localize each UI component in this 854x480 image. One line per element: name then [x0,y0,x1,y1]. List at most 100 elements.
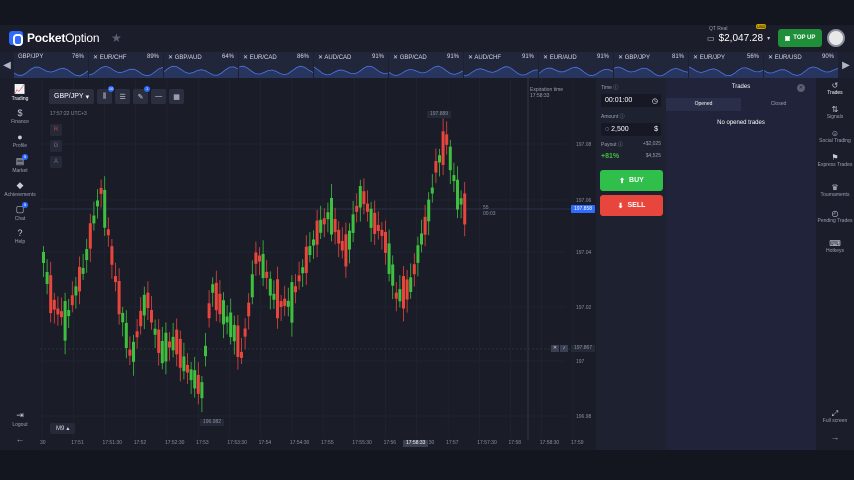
tool-r-button[interactable]: R [50,124,62,136]
layout-button[interactable]: ▦ [169,89,185,104]
sidebar-item-chat[interactable]: ▢ Chat 5 [0,202,40,222]
signals-icon: ⇅ [831,105,839,114]
candle-body [49,275,53,314]
empty-trades-text: No opened trades [717,120,765,126]
amount-input[interactable]: ◌ 2,500 $ [601,123,661,136]
asset-item[interactable]: ✕ EUR/JPY 56% [689,52,763,78]
asset-item[interactable]: ✕ EUR/CHF 89% [89,52,163,78]
sidebar-item-express-trades[interactable]: ⚑ Express Trades [816,154,854,169]
tool-a-button[interactable]: A [50,156,62,168]
draw-button[interactable]: ✎ 1 [133,86,151,104]
sell-button[interactable]: ⬇ SELL [600,195,663,216]
tool-g-button[interactable]: G [50,140,62,152]
sidebar-item-achievements[interactable]: ◆ Achievements [0,180,40,198]
time-input[interactable]: 00:01:00 ◷ [601,94,661,107]
candle-body [88,223,92,249]
candle-body [60,311,63,318]
asset-list: GBP/JPY 76% ✕ EUR/CHF 89% ✕ GBP/AUD 64% ✕ EUR/… [14,52,839,78]
sidebar-item-pending-trades[interactable]: ◴ Pending Trades [816,210,854,225]
candle-body [416,245,420,263]
time-value: 00:01:00 [605,97,633,104]
tab-closed[interactable]: Closed [741,98,816,111]
candle-body [373,212,377,234]
close-icon[interactable]: ✕ [551,345,559,352]
asset-item[interactable]: GBP/JPY 76% [14,52,88,78]
settings-button[interactable]: ☰ [115,89,131,104]
logo[interactable]: PocketOption [9,31,100,46]
asset-item[interactable]: ✕ EUR/AUD 91% [539,52,613,78]
line-button[interactable]: — [151,89,167,104]
candle-body [85,249,89,261]
sidebar-item-logout[interactable]: ⇥ Logout [0,410,40,428]
logo-mark [9,31,23,46]
sidebar-item-trades[interactable]: ↺ Trades [816,82,854,97]
sidebar-item-profile[interactable]: ● Profile [0,132,40,149]
sidebar-item-signals[interactable]: ⇅ Signals [816,105,854,121]
candlestick-chart[interactable] [40,78,596,450]
chevron-left-icon[interactable]: ◀ [0,52,14,78]
pair-select[interactable]: GBP/JPY ▾ [49,89,95,104]
sidebar-item-help[interactable]: ? Help [0,228,40,245]
avatar[interactable] [827,29,845,47]
currency-badge: USD [756,24,767,29]
sidebar-item-tournaments[interactable]: ♛ Tournaments [816,184,854,199]
chevron-right-icon[interactable]: ▶ [839,52,853,78]
price-tick-label: 197.06 [576,198,592,204]
candle-body [405,279,409,300]
asset-name: ✕ EUR/USD [768,55,802,61]
balance-block[interactable]: QT Real ▭ $2,047.28 ▾ USD [707,24,770,44]
indicators-button[interactable]: ⫼ 10 [97,86,115,104]
price-tick-label: 197.02 [576,305,592,311]
topup-button[interactable]: ▣ TOP UP [778,29,822,47]
timeframe-select[interactable]: M9 ▴ [50,423,76,434]
star-icon[interactable]: ★ [111,31,122,45]
left-sidebar: 📈 Trading $ Finance ● Profile ▤ Market 5 ◆ Ach… [0,78,40,450]
chevron-up-icon: ▴ [66,426,70,432]
time-tick-label: 17:54:30 [289,440,310,446]
high-price-tag: 197.889 [427,111,452,118]
asset-percent: 56% [746,54,759,60]
sidebar-item-hotkeys[interactable]: ⌨ Hotkeys [816,240,854,255]
asset-item[interactable]: ✕ EUR/CAD 86% [239,52,313,78]
candle-body [243,328,247,337]
candle-body [240,351,243,358]
countdown-label: 55 00:03 [483,205,496,217]
asset-sparkline [614,66,688,78]
candle-body [312,239,315,246]
candle-body [301,267,305,274]
clock-icon[interactable]: ◷ [652,97,658,105]
candle-body [250,274,254,298]
candle-body [153,328,157,335]
sidebar-item-fullscreen[interactable]: ⤢ Full screen [816,409,854,425]
candle-body [384,231,387,253]
candle-body [247,302,251,317]
asset-item[interactable]: ✕ GBP/AUD 64% [164,52,238,78]
candle-body [200,382,204,399]
asset-item[interactable]: ✕ AUD/CHF 91% [464,52,538,78]
candle-body [304,246,308,274]
pair-label: GBP/JPY [54,93,84,100]
candle-body [456,179,459,210]
asset-name: ✕ EUR/CHF [93,55,127,61]
asset-item[interactable]: ✕ GBP/CAD 91% [389,52,463,78]
sidebar-item-social-trading[interactable]: ☺ Social Trading [816,130,854,145]
close-icon[interactable]: ✕ [797,84,805,92]
asset-item[interactable]: ✕ AUD/CAD 91% [314,52,388,78]
collapse-arrow-icon[interactable]: ← [0,434,40,444]
candle-body [369,208,373,228]
tab-opened[interactable]: Opened [666,98,741,111]
dollar-icon[interactable]: $ [654,126,658,133]
buy-button[interactable]: ⬆ BUY [600,170,663,191]
sidebar-item-market[interactable]: ▤ Market 5 [0,154,40,174]
candle-body [74,286,78,296]
fullscreen-icon: ⤢ [831,409,839,418]
expand-arrow-icon[interactable]: → [816,433,854,442]
candle-body [99,187,103,194]
candle-body [459,198,463,205]
chevron-down-icon: ▾ [85,93,90,101]
asset-item[interactable]: ✕ EUR/USD 90% [764,52,838,78]
asset-item[interactable]: ✕ GBP/JPY 81% [614,52,688,78]
sidebar-item-finance[interactable]: $ Finance [0,108,40,125]
candle-body [124,322,128,348]
sidebar-item-trading[interactable]: 📈 Trading [0,84,40,102]
